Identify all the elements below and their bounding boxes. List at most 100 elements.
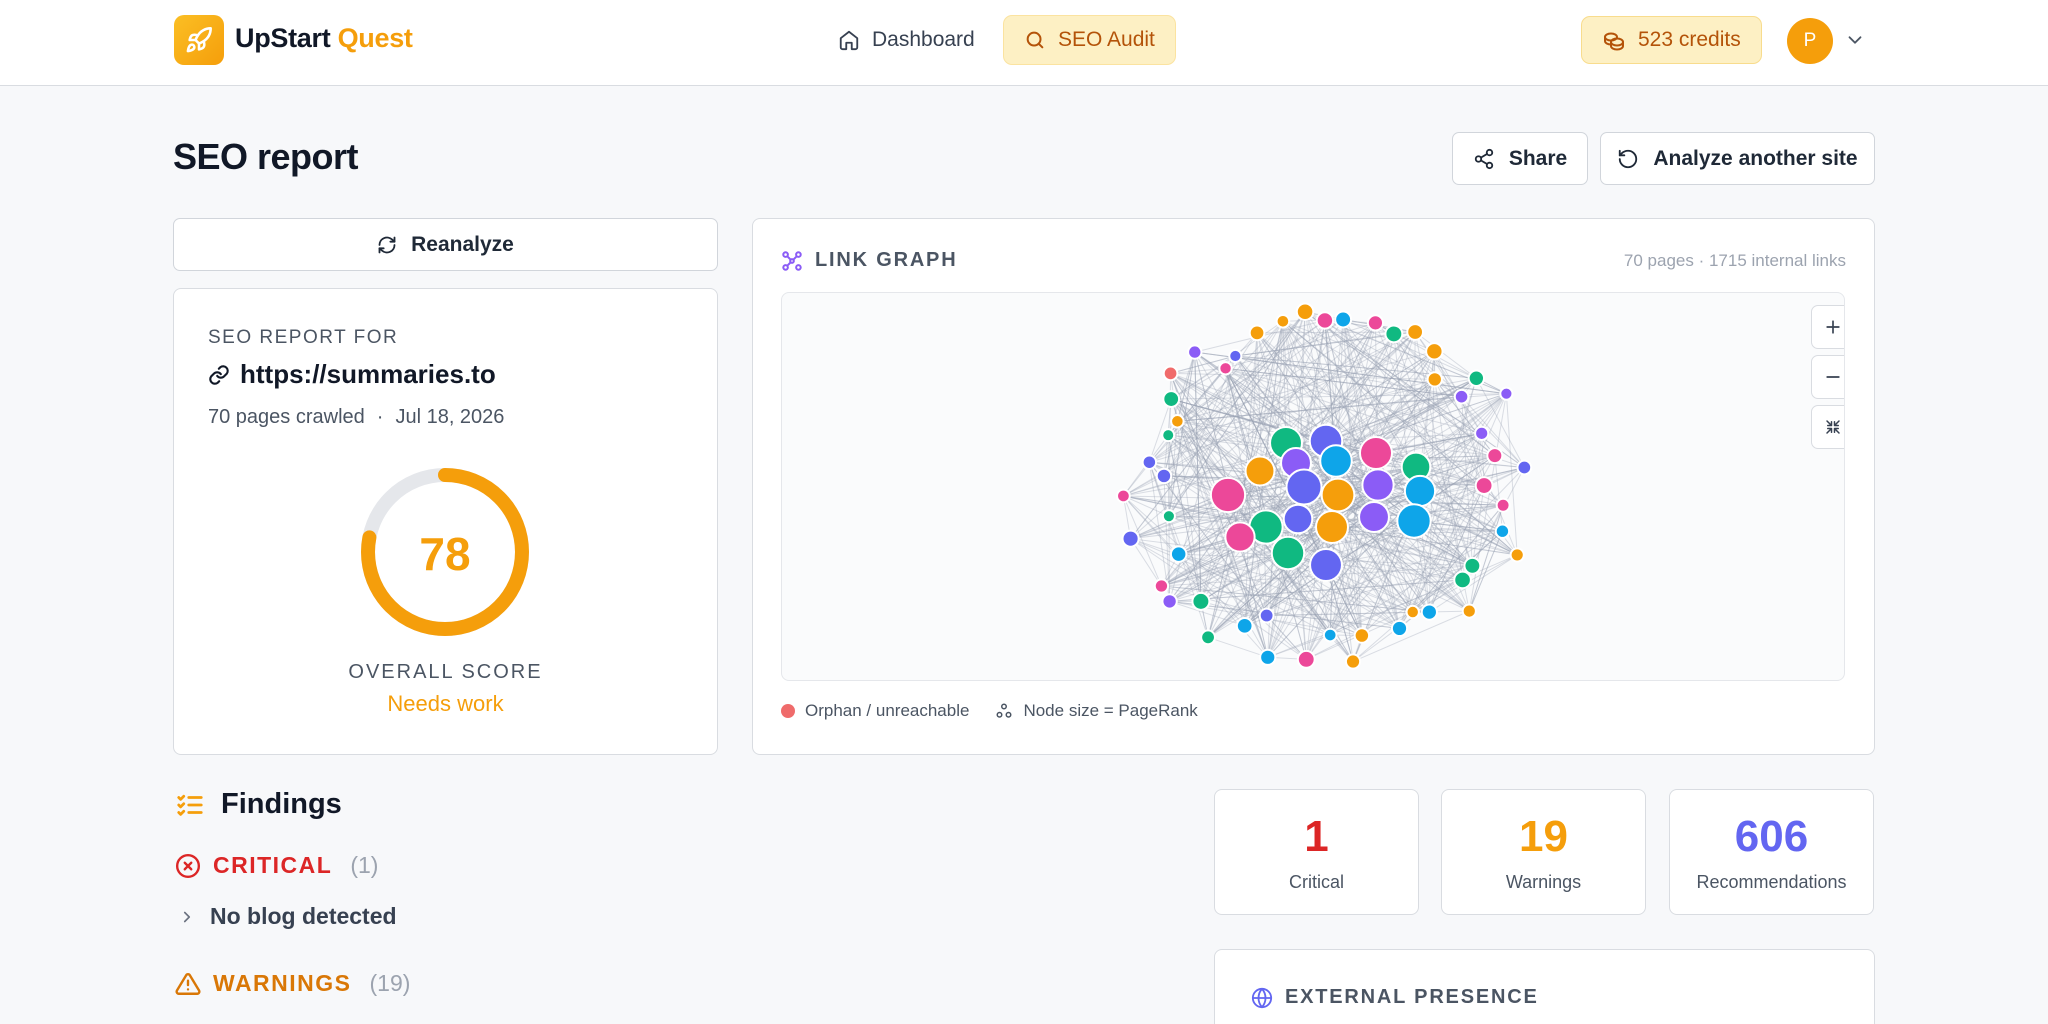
graph-node[interactable] <box>1453 570 1472 590</box>
graph-node[interactable] <box>1161 593 1178 610</box>
graph-node[interactable] <box>1322 627 1338 643</box>
graph-node[interactable] <box>1309 548 1343 582</box>
nav-seo-audit[interactable]: SEO Audit <box>1003 15 1176 65</box>
graph-node[interactable] <box>1295 302 1315 321</box>
avatar[interactable]: P <box>1787 18 1833 64</box>
rocket-logo-icon[interactable] <box>174 15 224 65</box>
graph-node[interactable] <box>1426 371 1443 388</box>
graph-node[interactable] <box>1169 545 1188 563</box>
graph-node[interactable] <box>1258 607 1275 624</box>
nav-dashboard-label: Dashboard <box>872 28 975 51</box>
graph-node[interactable] <box>1275 314 1291 329</box>
reanalyze-button[interactable]: Reanalyze <box>173 218 718 271</box>
graph-node[interactable] <box>1315 510 1349 544</box>
graph-node[interactable] <box>1366 314 1385 332</box>
graph-node[interactable] <box>1474 476 1494 495</box>
graph-node[interactable] <box>1334 310 1353 329</box>
graph-node[interactable] <box>1200 629 1216 646</box>
graph-node[interactable] <box>1296 649 1316 669</box>
graph-node[interactable] <box>1218 361 1233 376</box>
graph-node[interactable] <box>1116 488 1131 504</box>
graph-node[interactable] <box>1516 459 1533 476</box>
analyze-another-site-label: Analyze another site <box>1653 146 1858 170</box>
graph-node[interactable] <box>1396 503 1432 539</box>
graph-node[interactable] <box>1244 455 1276 487</box>
graph-node[interactable] <box>1228 348 1243 364</box>
rotate-ccw-icon <box>1619 149 1638 168</box>
critical-stat-card[interactable]: 1 Critical <box>1214 789 1419 915</box>
graph-node[interactable] <box>1461 603 1477 619</box>
critical-section-header[interactable]: CRITICAL (1) <box>175 852 378 879</box>
critical-count: (1) <box>350 852 379 878</box>
graph-node[interactable] <box>1467 369 1486 387</box>
graph-node[interactable] <box>1319 444 1353 478</box>
graph-node[interactable] <box>1358 501 1390 533</box>
graph-node[interactable] <box>1270 535 1306 571</box>
chevron-down-icon[interactable] <box>1844 29 1866 51</box>
recommendations-stat-value: 606 <box>1734 812 1809 861</box>
graph-node[interactable] <box>1344 653 1362 670</box>
recommendations-stat-card[interactable]: 606 Recommendations <box>1669 789 1874 915</box>
graph-node[interactable] <box>1191 591 1211 611</box>
graph-node[interactable] <box>1384 324 1404 344</box>
link-graph-header: LINK GRAPH <box>781 249 957 272</box>
graph-node[interactable] <box>1353 627 1371 644</box>
graph-node[interactable] <box>1463 556 1482 575</box>
overall-score-label: OVERALL SCORE <box>348 661 543 683</box>
graph-node[interactable] <box>1474 425 1490 441</box>
graph-node[interactable] <box>1187 344 1203 360</box>
graph-node[interactable] <box>1495 497 1511 513</box>
zoom-out-button[interactable] <box>1811 355 1844 399</box>
link-graph-canvas[interactable] <box>781 292 1845 681</box>
graph-node[interactable] <box>1390 619 1409 638</box>
graph-node[interactable] <box>1420 603 1438 621</box>
graph-node[interactable] <box>1499 386 1514 401</box>
graph-node[interactable] <box>1224 521 1256 553</box>
graph-node[interactable] <box>1161 509 1176 524</box>
graph-node[interactable] <box>1153 578 1170 594</box>
credits-badge[interactable]: 523 credits <box>1581 16 1762 64</box>
graph-node[interactable] <box>1320 477 1356 513</box>
graph-node[interactable] <box>1155 467 1173 485</box>
graph-node[interactable] <box>1361 468 1395 502</box>
graph-node[interactable] <box>1425 342 1444 361</box>
graph-node[interactable] <box>1315 311 1335 330</box>
graph-node[interactable] <box>1406 323 1425 341</box>
fit-view-button[interactable] <box>1811 405 1844 449</box>
external-presence-card: EXTERNAL PRESENCE <box>1214 949 1875 1024</box>
graph-node[interactable] <box>1282 503 1314 535</box>
minus-icon <box>1826 376 1840 378</box>
brand-name-main: UpStart <box>235 23 331 53</box>
warnings-section-header[interactable]: WARNINGS (19) <box>175 970 410 997</box>
graph-node[interactable] <box>1248 324 1266 342</box>
plus-icon <box>1826 320 1840 334</box>
nav-dashboard[interactable]: Dashboard <box>818 15 995 65</box>
graph-node[interactable] <box>1141 454 1158 470</box>
graph-node[interactable] <box>1494 523 1511 539</box>
graph-node[interactable] <box>1170 414 1185 429</box>
finding-no-blog[interactable]: No blog detected <box>178 903 397 930</box>
graph-node[interactable] <box>1509 547 1525 563</box>
globe-icon <box>1251 987 1273 1008</box>
graph-node[interactable] <box>1162 390 1181 408</box>
analyze-another-site-button[interactable]: Analyze another site <box>1600 132 1875 185</box>
graph-node[interactable] <box>1121 529 1140 548</box>
zoom-in-button[interactable] <box>1811 305 1844 349</box>
share-button[interactable]: Share <box>1452 132 1588 185</box>
graph-node[interactable] <box>1161 428 1176 443</box>
graph-node[interactable] <box>1259 648 1277 666</box>
warnings-stat-card[interactable]: 19 Warnings <box>1441 789 1646 915</box>
graph-node[interactable] <box>1285 468 1323 506</box>
graph-node[interactable] <box>1403 474 1437 508</box>
graph-node[interactable] <box>1162 365 1179 382</box>
graph-node[interactable] <box>1405 604 1420 620</box>
brand-name[interactable]: UpStart Quest <box>235 23 413 54</box>
graph-node[interactable] <box>1358 435 1394 471</box>
link-graph-svg[interactable] <box>782 293 1845 681</box>
graph-node[interactable] <box>1235 616 1254 635</box>
graph-node[interactable] <box>1486 447 1504 465</box>
score-status: Needs work <box>387 691 504 716</box>
report-url[interactable]: https://summaries.to <box>208 359 496 390</box>
graph-node[interactable] <box>1209 476 1247 514</box>
graph-node[interactable] <box>1453 388 1470 405</box>
